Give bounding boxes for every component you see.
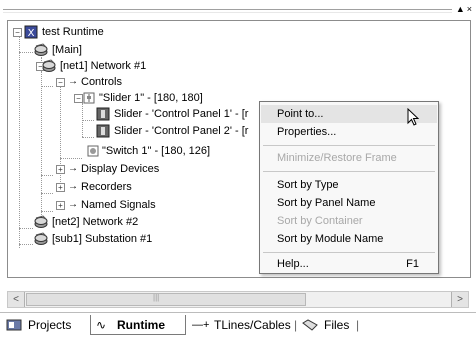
menu-item-sort-by-module[interactable]: Sort by Module Name: [261, 230, 437, 248]
arrow-icon: →: [68, 163, 78, 174]
tree-label: [net1] Network #1: [60, 60, 147, 72]
menu-item-sort-by-container: Sort by Container: [277, 215, 363, 227]
tab-label: TLines/Cables: [214, 318, 291, 332]
menu-item-sort-by-type[interactable]: Sort by Type: [261, 176, 437, 194]
tree-connector: [19, 228, 33, 229]
mouse-cursor-icon: [407, 108, 420, 126]
tab-divider: |: [356, 318, 360, 332]
collapse-icon[interactable]: −: [13, 28, 22, 37]
tree-connector: [41, 71, 42, 221]
expand-icon[interactable]: +: [56, 201, 65, 210]
svg-text:X: X: [28, 28, 35, 39]
tree-label: [net2] Network #2: [52, 216, 139, 228]
tree-label: [sub1] Substation #1: [52, 233, 153, 245]
scroll-grip: |||: [153, 293, 160, 302]
expand-icon[interactable]: +: [56, 165, 65, 174]
tree-label: "Switch 1" - [180, 126]: [102, 145, 211, 157]
tree-connector: [41, 193, 53, 194]
tab-label: Runtime: [117, 318, 165, 332]
menu-item-minimize-restore: Minimize/Restore Frame: [277, 152, 397, 164]
tree-connector: [82, 137, 94, 138]
tree-connector: [41, 86, 53, 87]
tree-label: Slider - 'Control Panel 1' - [r: [114, 108, 249, 120]
menu-item-label: Help...: [277, 258, 309, 270]
tline-icon: —+: [192, 319, 210, 331]
tree-connector: [41, 211, 53, 212]
menu-item-help[interactable]: Help... F1: [261, 255, 437, 273]
tab-bar: Projects ∿ Runtime —+ TLines/Cables | Fi…: [0, 312, 476, 338]
tree-connector: [41, 175, 53, 176]
tab-label: Projects: [28, 318, 72, 332]
title-grip: [3, 9, 452, 13]
tree-label: [Main]: [52, 44, 82, 56]
menu-item-shortcut: F1: [406, 258, 419, 270]
tree-connector: [19, 244, 33, 245]
runtime-window: ▲× − X test Runtime [Main] − [net1] Netw…: [0, 0, 476, 338]
tree-label: Slider - 'Control Panel 2' - [r: [114, 125, 249, 137]
menu-item-sort-by-panel[interactable]: Sort by Panel Name: [261, 194, 437, 212]
scroll-right-button[interactable]: >: [451, 292, 468, 307]
menu-separator: [263, 145, 435, 146]
runtime-wave-icon: ∿: [96, 318, 107, 332]
runtime-icon: X: [24, 25, 38, 39]
network-icon: [42, 59, 56, 72]
horizontal-scrollbar[interactable]: < ||| >: [7, 291, 469, 308]
tree-connector: [60, 158, 82, 159]
window-controls[interactable]: ▲×: [456, 4, 474, 14]
arrow-icon: →: [68, 199, 78, 210]
projects-icon: [6, 319, 22, 331]
tree-label: Recorders: [81, 181, 132, 193]
slider-icon: [96, 107, 110, 121]
menu-separator: [263, 171, 435, 172]
files-icon: [302, 319, 318, 331]
title-bar: ▲×: [0, 0, 476, 20]
tree-label: test Runtime: [42, 26, 104, 38]
tree-connector: [82, 120, 94, 121]
menu-separator: [263, 252, 435, 253]
tree-label: Named Signals: [81, 199, 156, 211]
tree-label: Display Devices: [81, 163, 160, 175]
switch-icon: [87, 145, 99, 157]
tree-connector: [19, 33, 20, 248]
scroll-thumb[interactable]: |||: [26, 293, 306, 306]
arrow-icon: →: [68, 76, 78, 87]
tab-label: Files: [324, 318, 350, 332]
tree-label: "Slider 1" - [180, 180]: [99, 92, 203, 104]
arrow-icon: →: [68, 181, 78, 192]
tree-connector: [19, 52, 33, 53]
slider-group-icon: [83, 92, 95, 104]
network-icon: [34, 215, 48, 228]
scroll-left-button[interactable]: <: [8, 292, 25, 307]
collapse-icon[interactable]: −: [56, 78, 65, 87]
network-icon: [34, 43, 48, 56]
network-icon: [34, 232, 48, 245]
tab-runtime[interactable]: ∿ Runtime: [90, 315, 186, 335]
slider-icon: [96, 124, 110, 138]
tab-divider: |: [294, 318, 298, 332]
expand-icon[interactable]: +: [56, 183, 65, 192]
tree-label: Controls: [81, 76, 122, 88]
